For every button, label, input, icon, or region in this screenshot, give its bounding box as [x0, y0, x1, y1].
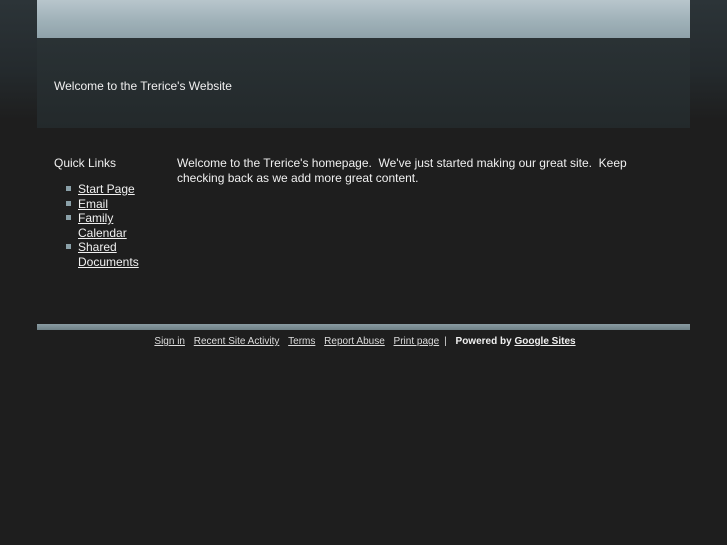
site-header: Welcome to the Trerice's Website — [37, 38, 690, 128]
square-bullet-icon — [66, 200, 71, 206]
square-bullet-icon — [66, 215, 71, 220]
email-link[interactable]: Email — [78, 197, 108, 211]
list-item: Shared Documents — [66, 240, 144, 269]
terms-link[interactable]: Terms — [288, 336, 315, 347]
report-abuse-link[interactable]: Report Abuse — [324, 336, 385, 347]
content-area: Quick Links Start Page Email Family Cale… — [37, 128, 690, 324]
sign-in-link[interactable]: Sign in — [154, 336, 185, 347]
list-item: Family Calendar — [66, 211, 144, 240]
site-container: Welcome to the Trerice's Website Quick L… — [37, 0, 690, 347]
top-banner — [37, 0, 690, 38]
list-item: Email — [66, 197, 144, 212]
family-calendar-link[interactable]: Family Calendar — [78, 211, 127, 240]
sidebar-title: Quick Links — [54, 156, 117, 170]
site-footer: Sign in Recent Site Activity Terms Repor… — [37, 330, 690, 347]
footer-separator: | — [444, 336, 447, 347]
square-bullet-icon — [66, 244, 71, 249]
site-title: Welcome to the Trerice's Website — [54, 79, 232, 93]
shared-documents-link[interactable]: Shared Documents — [78, 240, 139, 269]
google-sites-link[interactable]: Google Sites — [514, 336, 575, 347]
print-page-link[interactable]: Print page — [394, 336, 440, 347]
list-item: Start Page — [66, 182, 144, 197]
powered-by: Powered by Google Sites — [456, 336, 576, 347]
square-bullet-icon — [66, 186, 71, 191]
main-body-text: Welcome to the Trerice's homepage. We've… — [177, 156, 631, 185]
sidebar: Quick Links Start Page Email Family Cale… — [54, 156, 164, 269]
start-page-link[interactable]: Start Page — [78, 182, 135, 196]
recent-site-activity-link[interactable]: Recent Site Activity — [194, 336, 280, 347]
quick-links-list: Start Page Email Family Calendar Shared … — [54, 182, 164, 269]
powered-by-label: Powered by — [455, 336, 512, 347]
